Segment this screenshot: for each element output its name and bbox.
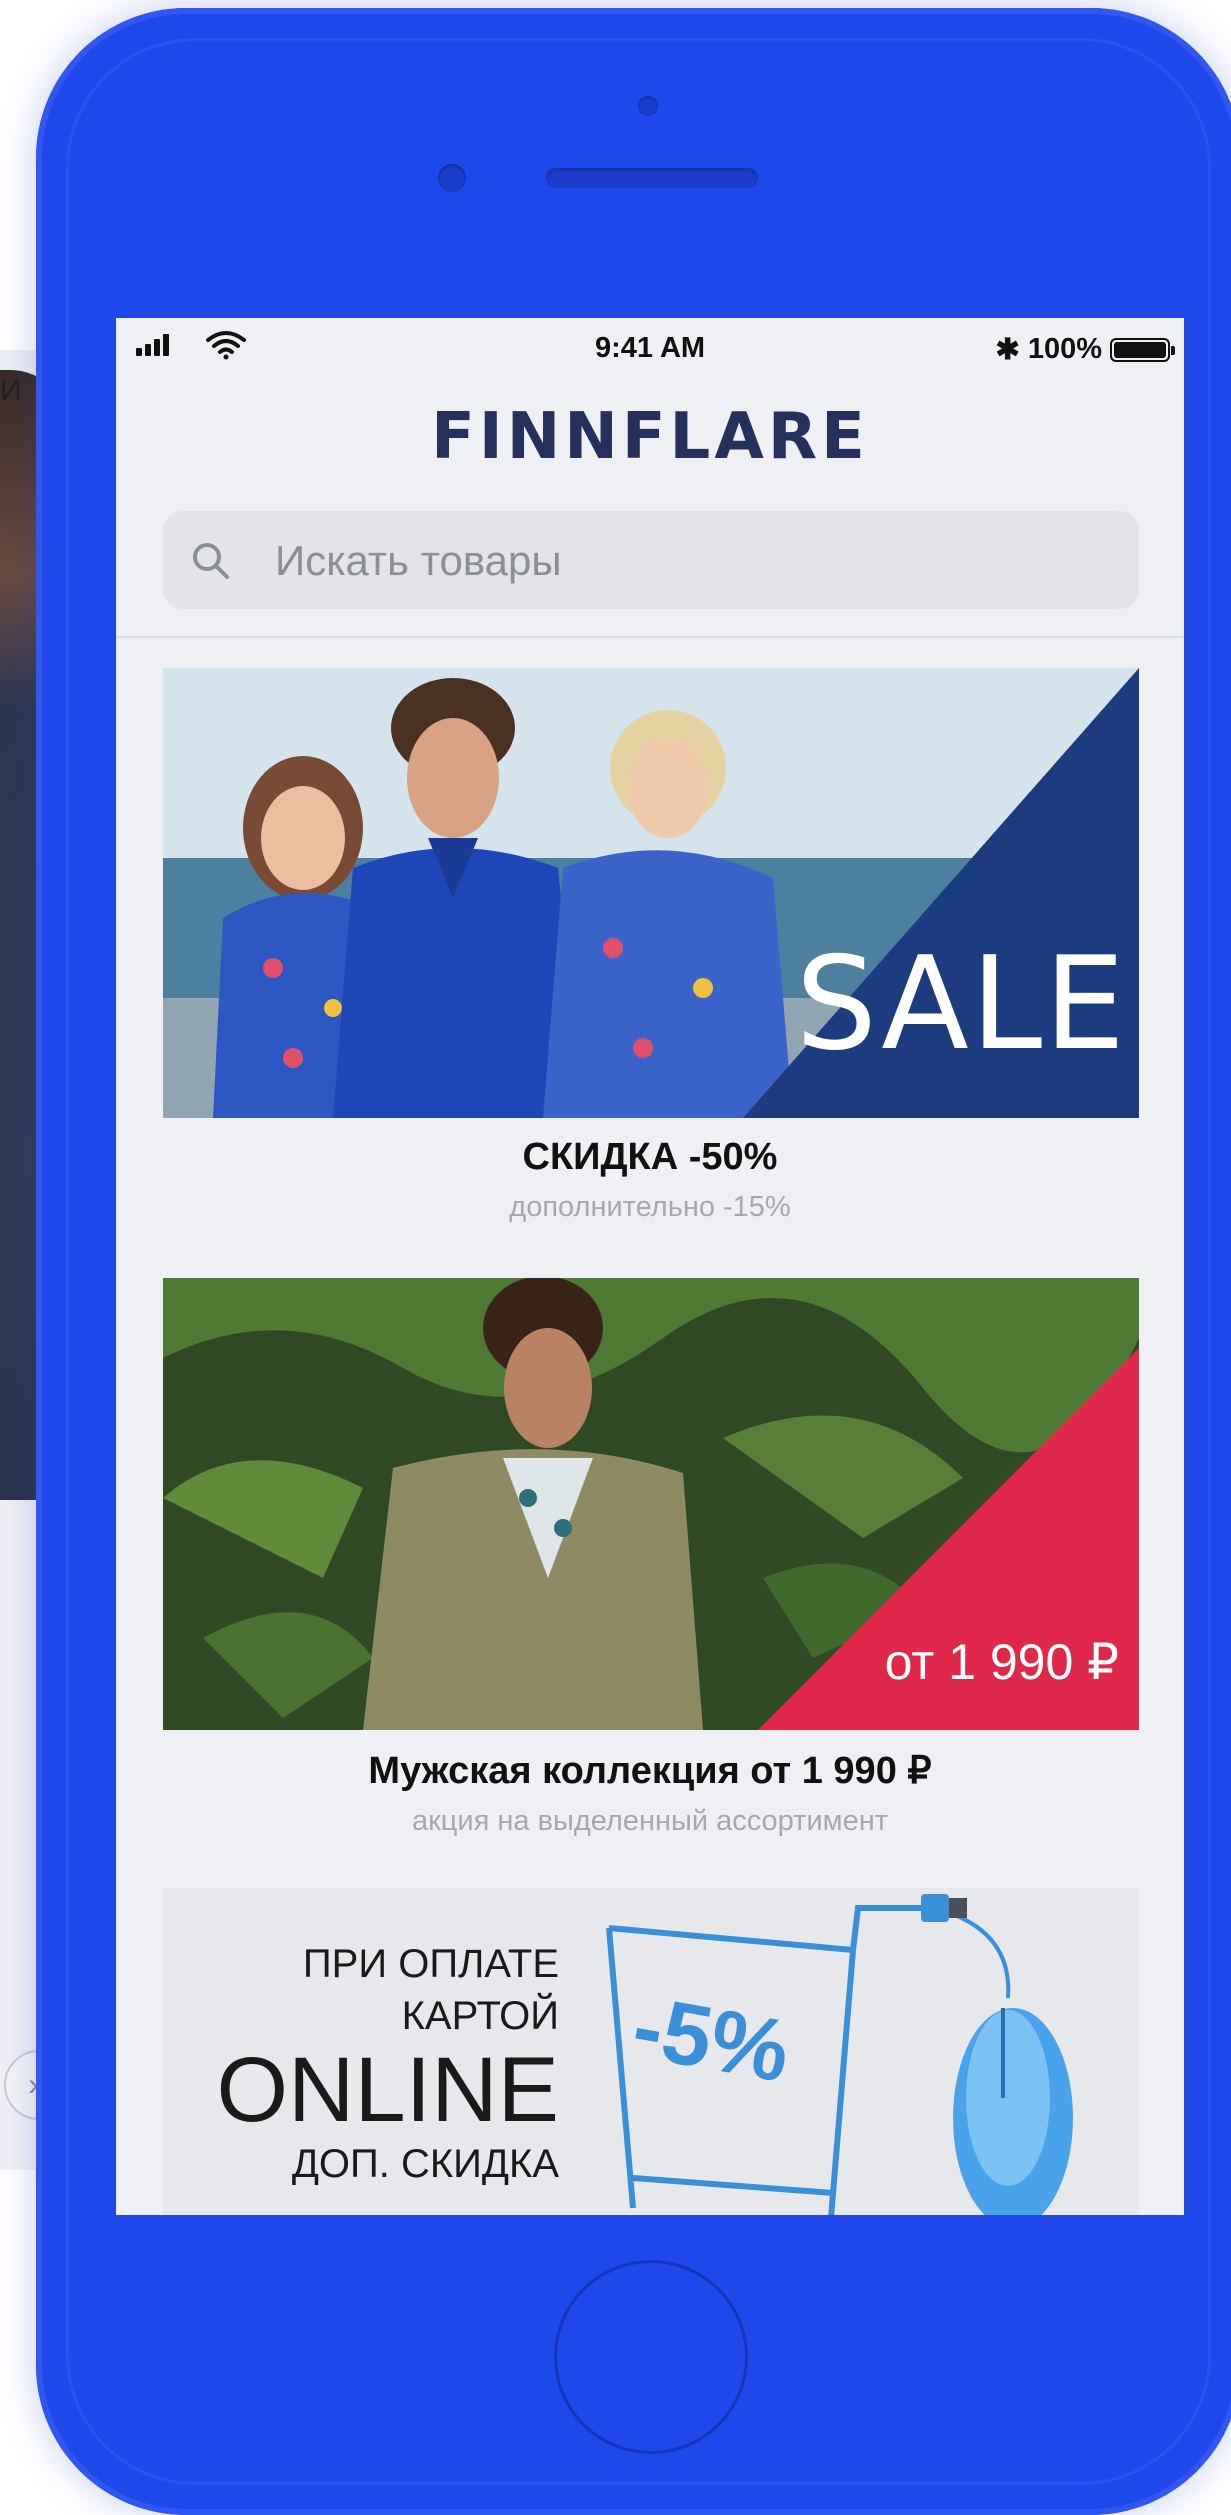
sale-title: СКИДКА -50% [522,1136,778,1178]
sale-caption: СКИДКА -50% дополнительно -15% [116,1136,1184,1224]
bluetooth-icon: ✱ [995,334,1020,366]
mens-caption: Мужская коллекция от 1 990 ₽ акция на вы… [116,1748,1184,1838]
front-camera [438,164,466,192]
mens-title: Мужская коллекция от 1 990 ₽ [368,1750,932,1792]
mens-collection-banner[interactable]: от 1 990 ₽ [163,1278,1139,1730]
battery-percent: 100% [1027,333,1102,365]
background-card-label: И [0,374,22,407]
stage: И › 9:41 AM ✱ 100% FINNFLARE Искать това… [0,0,1231,2515]
proximity-sensor [638,96,658,116]
earpiece-speaker [546,168,758,188]
online-payment-banner[interactable]: ПРИ ОПЛАТЕ КАРТОЙ ONLINE ДОП. СКИДКА -5% [163,1888,1139,2215]
online-line-2: КАРТОЙ [401,1994,559,2038]
sale-subtitle: дополнительно -15% [509,1191,791,1223]
online-line-4: ДОП. СКИДКА [291,2142,559,2186]
status-right: ✱ 100% [995,332,1175,367]
status-bar: 9:41 AM ✱ 100% [116,318,1184,378]
online-line-3: ONLINE [216,2039,559,2141]
battery-icon [1110,337,1175,362]
online-line-1: ПРИ ОПЛАТЕ [302,1942,559,1986]
sale-banner[interactable]: SALE [163,668,1139,1118]
search-placeholder: Искать товары [275,537,562,584]
search-icon [193,543,229,579]
brand-logo[interactable]: FINNFLARE [116,400,1184,474]
home-button[interactable] [554,2260,748,2454]
phone-screen: 9:41 AM ✱ 100% FINNFLARE Искать товары S… [116,318,1184,2215]
sale-badge-text: SALE [795,930,1127,1079]
online-text-block: ПРИ ОПЛАТЕ КАРТОЙ ONLINE ДОП. СКИДКА [216,1938,559,2190]
header-divider [116,636,1184,638]
search-input[interactable]: Искать товары [163,511,1139,609]
mens-subtitle: акция на выделенный ассортимент [411,1805,889,1837]
price-badge-text: от 1 990 ₽ [884,1634,1119,1690]
